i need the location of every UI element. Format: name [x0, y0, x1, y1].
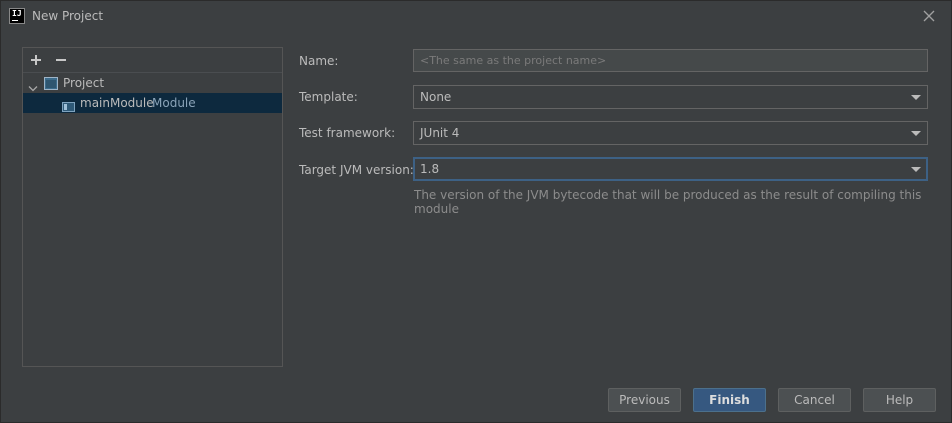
template-value: None [420, 90, 452, 104]
test-framework-label: Test framework: [299, 126, 396, 140]
jvm-version-dropdown[interactable]: 1.8 [413, 157, 928, 181]
plus-icon[interactable] [28, 52, 44, 68]
cancel-button[interactable]: Cancel [778, 388, 851, 412]
previous-button[interactable]: Previous [608, 388, 681, 412]
new-project-dialog: IJ New Project Project mainModule Module… [0, 0, 952, 423]
title-bar: IJ New Project [1, 1, 951, 33]
dropdown-arrow-icon [911, 131, 921, 136]
tree-item-label: mainModule [80, 96, 154, 110]
window-title: New Project [32, 9, 104, 23]
test-framework-value: JUnit 4 [420, 126, 460, 140]
app-icon-text: IJ [12, 9, 22, 18]
intellij-app-icon: IJ [9, 8, 25, 24]
help-button[interactable]: Help [863, 388, 936, 412]
jvm-version-label: Target JVM version: [299, 163, 414, 177]
template-dropdown[interactable]: None [413, 85, 928, 109]
project-icon [44, 76, 58, 90]
tree-toolbar [23, 48, 282, 73]
module-tree-panel: Project mainModule Module [22, 47, 283, 367]
dropdown-arrow-icon [911, 95, 921, 100]
chevron-down-icon[interactable] [28, 79, 38, 92]
jvm-version-value: 1.8 [420, 162, 440, 176]
module-icon [62, 98, 75, 112]
name-field[interactable] [413, 49, 928, 72]
close-icon[interactable] [921, 8, 937, 24]
minus-icon[interactable] [53, 52, 69, 68]
tree-item-type: Module [152, 96, 196, 110]
tree-item-project[interactable]: Project [23, 73, 282, 93]
finish-button[interactable]: Finish [693, 388, 766, 412]
test-framework-dropdown[interactable]: JUnit 4 [413, 121, 928, 145]
name-label: Name: [299, 54, 339, 68]
tree-item-mainmodule[interactable]: mainModule Module [23, 93, 282, 113]
template-label: Template: [299, 90, 358, 104]
dropdown-arrow-icon [911, 167, 921, 172]
jvm-version-hint: The version of the JVM bytecode that wil… [414, 188, 922, 216]
tree-item-label: Project [63, 76, 105, 90]
